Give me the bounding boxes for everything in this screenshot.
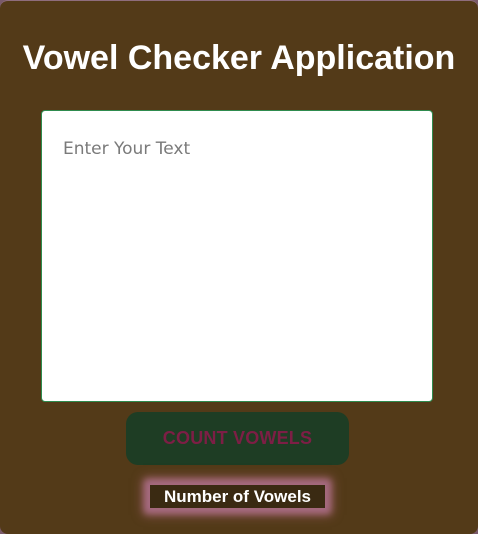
count-vowels-button[interactable]: COUNT VOWELS xyxy=(126,412,349,465)
app-card: Vowel Checker Application COUNT VOWELS N… xyxy=(0,0,478,534)
text-input[interactable] xyxy=(41,110,433,402)
page-title: Vowel Checker Application xyxy=(22,39,456,77)
vowel-count-result: Number of Vowels xyxy=(150,485,325,508)
